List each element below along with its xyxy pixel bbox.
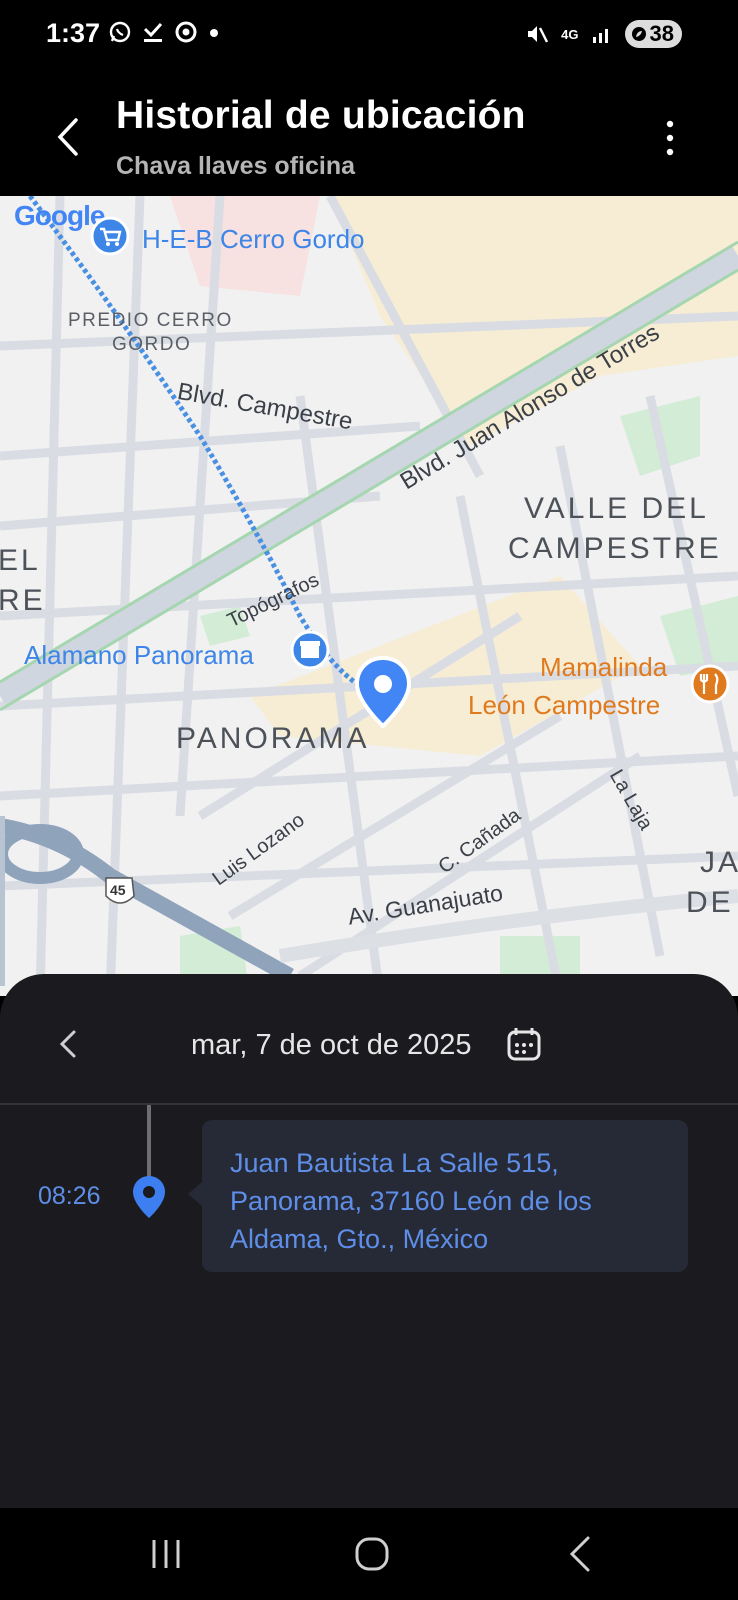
area-predio-2: GORDO [112, 334, 192, 355]
more-vertical-icon[interactable] [658, 116, 682, 160]
battery-level: 38 [649, 21, 674, 46]
chevron-left-icon[interactable] [54, 1024, 84, 1064]
poi-mamalinda-2[interactable]: León Campestre [468, 690, 660, 721]
nav-back-icon[interactable] [550, 1528, 610, 1580]
notification-icons [108, 20, 220, 44]
shopping-cart-icon [90, 216, 130, 256]
area-valle-2: CAMPESTRE [508, 532, 722, 565]
entry-time: 08:26 [38, 1182, 101, 1210]
poi-mamalinda-1[interactable]: Mamalinda [540, 652, 667, 683]
selected-date[interactable]: mar, 7 de oct de 2025 [191, 1029, 472, 1062]
mute-icon [528, 26, 549, 43]
home-icon[interactable] [342, 1528, 402, 1580]
chrome-icon [175, 21, 197, 43]
page-title: Historial de ubicación [116, 94, 526, 137]
battery-indicator: 38 [624, 20, 682, 48]
entry-address: Juan Bautista La Salle 515, Panorama, 37… [230, 1148, 592, 1254]
history-sheet: mar, 7 de oct de 2025 08:26 Juan Bautist… [0, 974, 738, 1508]
check-download-icon [143, 22, 163, 42]
poi-heb[interactable]: H-E-B Cerro Gordo [142, 224, 365, 255]
area-ja: JA [700, 846, 738, 879]
area-panorama: PANORAMA [176, 722, 370, 755]
timeline-line [147, 1105, 151, 1181]
signal-icon [592, 29, 608, 43]
status-bar: 1:37 4G 38 [0, 0, 738, 72]
back-arrow-icon[interactable] [48, 112, 88, 162]
timeline-pin-icon [133, 1176, 165, 1218]
area-el: EL [0, 544, 41, 577]
dot-icon [210, 29, 218, 37]
area-valle-1: VALLE DEL [524, 492, 709, 525]
calendar-icon[interactable] [506, 1026, 542, 1062]
whatsapp-icon [109, 21, 131, 43]
network-type: 4G [561, 26, 579, 42]
restaurant-icon [690, 664, 730, 704]
app-header: Historial de ubicación Chava llaves ofic… [0, 72, 738, 196]
poi-alamano[interactable]: Alamano Panorama [24, 640, 254, 671]
status-time: 1:37 [46, 18, 101, 48]
map-view[interactable]: Google H-E-B Cerro Gordo PREDIO CERRO GO… [0, 196, 738, 996]
highway-shield-45: 45 [110, 882, 126, 898]
area-predio-1: PREDIO CERRO [68, 310, 233, 331]
system-icons: 4G 38 [525, 20, 682, 48]
area-de: DE [686, 886, 734, 919]
system-nav-bar [0, 1508, 738, 1600]
location-entry-card[interactable]: Juan Bautista La Salle 515, Panorama, 37… [188, 1120, 688, 1272]
recents-icon[interactable] [136, 1528, 196, 1580]
battery-saver-icon [631, 27, 646, 41]
store-icon [290, 630, 330, 670]
area-re: RE [0, 584, 46, 617]
location-pin-icon[interactable] [352, 654, 414, 730]
page-subtitle: Chava llaves oficina [116, 152, 356, 180]
sheet-divider [0, 1103, 738, 1105]
